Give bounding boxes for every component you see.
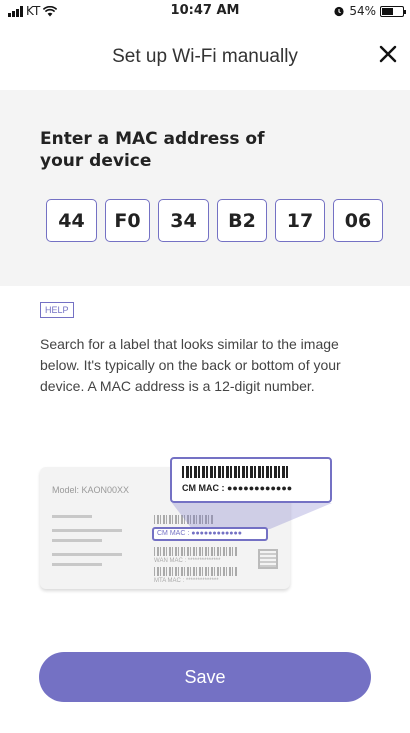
- barcode-small: [154, 547, 238, 556]
- mac-entry-panel: Enter a MAC address of your device: [0, 90, 410, 286]
- barcode-small: [154, 567, 238, 576]
- close-icon[interactable]: [374, 40, 402, 68]
- qr-code-icon: [258, 549, 278, 569]
- help-badge: HELP: [40, 302, 74, 318]
- header: Set up Wi-Fi manually: [0, 24, 410, 90]
- mac-address-fields: [46, 199, 383, 242]
- mac-segment-1[interactable]: [46, 199, 97, 242]
- cm-mac-zoom-text: CM MAC : ●●●●●●●●●●●●: [182, 483, 293, 493]
- page-title: Set up Wi-Fi manually: [112, 46, 298, 67]
- mac-segment-5[interactable]: [275, 199, 325, 242]
- battery-fill: [382, 7, 393, 15]
- mac-segment-4[interactable]: [217, 199, 267, 242]
- mac-label-illustration: Model: KAON00XX CM MAC : ●●●●●●●●●●●● WA…: [40, 455, 340, 595]
- barcode-large: [182, 466, 288, 478]
- wan-mac-label: WAN MAC : **************: [154, 558, 221, 564]
- cm-mac-zoom-card: CM MAC : ●●●●●●●●●●●●: [170, 457, 332, 503]
- help-text: Search for a label that looks similar to…: [40, 336, 341, 394]
- battery-percent: 54%: [349, 4, 376, 18]
- status-right: 54%: [333, 4, 406, 18]
- mac-segment-2[interactable]: [105, 199, 150, 242]
- label-line: [52, 553, 122, 556]
- mac-segment-6[interactable]: [333, 199, 383, 242]
- mac-heading: Enter a MAC address of your device: [40, 129, 265, 171]
- save-button[interactable]: Save: [39, 652, 371, 702]
- alarm-icon: [334, 6, 344, 17]
- label-line: [52, 563, 102, 566]
- battery-icon: [380, 5, 406, 17]
- mta-mac-label: MTA MAC : **************: [154, 578, 219, 584]
- status-bar: KT 10:47 AM 54%: [0, 0, 410, 24]
- mac-segment-3[interactable]: [158, 199, 209, 242]
